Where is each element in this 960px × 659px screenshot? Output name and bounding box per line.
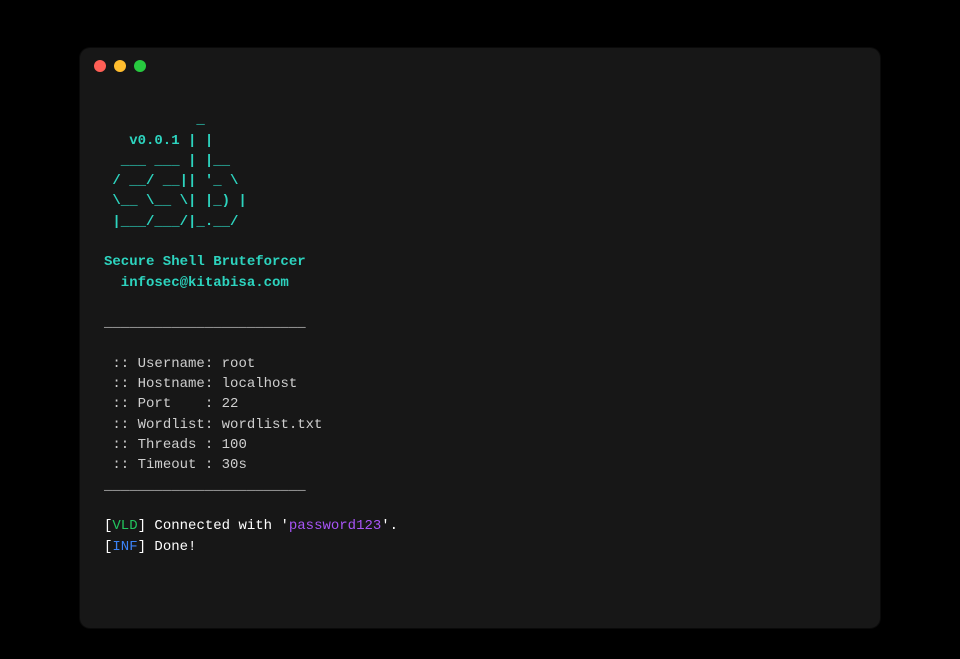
config-value: wordlist.txt	[222, 417, 323, 433]
log-text: '.	[381, 518, 398, 534]
config-row: :: Hostname: localhost	[104, 376, 297, 392]
log-text: Connected with '	[146, 518, 289, 534]
config-value: localhost	[222, 376, 298, 392]
config-label: Timeout :	[138, 455, 214, 475]
bracket-close: ]	[138, 518, 146, 534]
divider-bottom: ________________________	[104, 478, 306, 494]
terminal-output: _ v0.0.1 | | ___ ___ | |__ / __/ __|| '_…	[80, 84, 880, 581]
app-subtitle: infosec@kitabisa.com	[104, 275, 289, 291]
minimize-icon[interactable]	[114, 60, 126, 72]
config-row: :: Port : 22	[104, 396, 238, 412]
config-label: Username:	[138, 354, 214, 374]
config-value: 100	[222, 437, 247, 453]
config-prefix: ::	[104, 356, 138, 372]
config-prefix: ::	[104, 437, 138, 453]
config-row: :: Threads : 100	[104, 437, 247, 453]
log-line-vld: [VLD] Connected with 'password123'.	[104, 518, 398, 534]
config-prefix: ::	[104, 396, 138, 412]
maximize-icon[interactable]	[134, 60, 146, 72]
config-value: root	[222, 356, 256, 372]
config-row: :: Username: root	[104, 356, 255, 372]
config-label: Threads :	[138, 435, 214, 455]
bracket-close: ]	[138, 539, 146, 555]
terminal-window: _ v0.0.1 | | ___ ___ | |__ / __/ __|| '_…	[80, 48, 880, 628]
config-label: Wordlist:	[138, 415, 214, 435]
ascii-banner: _ v0.0.1 | | ___ ___ | |__ / __/ __|| '_…	[104, 112, 247, 229]
config-prefix: ::	[104, 417, 138, 433]
config-row: :: Timeout : 30s	[104, 457, 247, 473]
config-label: Hostname:	[138, 374, 214, 394]
config-value: 30s	[222, 457, 247, 473]
close-icon[interactable]	[94, 60, 106, 72]
log-text: Done!	[146, 539, 196, 555]
config-label: Port :	[138, 394, 214, 414]
found-password: password123	[289, 518, 381, 534]
config-prefix: ::	[104, 376, 138, 392]
log-line-inf: [INF] Done!	[104, 539, 196, 555]
window-titlebar	[80, 48, 880, 84]
app-title: Secure Shell Bruteforcer	[104, 254, 306, 270]
config-value: 22	[222, 396, 239, 412]
log-tag-inf: INF	[112, 539, 137, 555]
divider-top: ________________________	[104, 315, 306, 331]
log-tag-vld: VLD	[112, 518, 137, 534]
config-row: :: Wordlist: wordlist.txt	[104, 417, 322, 433]
config-prefix: ::	[104, 457, 138, 473]
